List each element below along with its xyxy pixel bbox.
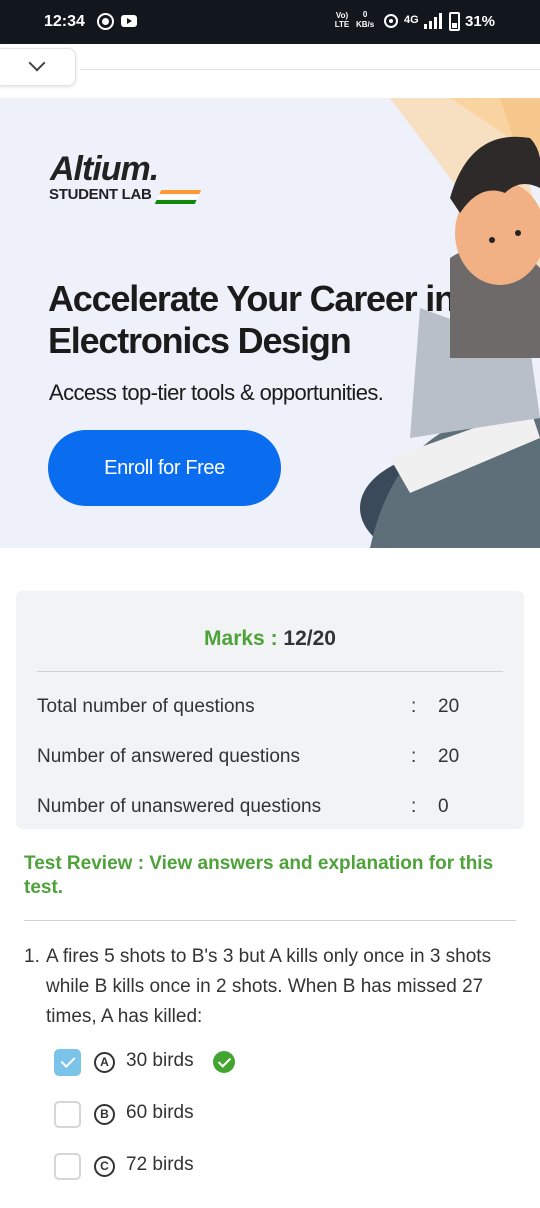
stat-label: Total number of questions	[37, 696, 255, 717]
divider	[24, 920, 516, 921]
option-letter-badge: B	[94, 1104, 115, 1125]
volte-indicator: Vo) LTE	[334, 11, 350, 29]
status-bar: 12:34 Vo) LTE 0 KB/s 4G 31%	[0, 0, 540, 44]
stat-label: Number of unanswered questions	[37, 796, 322, 817]
marks-value: 12/20	[283, 627, 336, 650]
option-text: 60 birds	[126, 1102, 194, 1123]
option-checkbox[interactable]	[54, 1153, 81, 1180]
top-strip	[80, 48, 540, 70]
option-letter-badge: C	[94, 1156, 115, 1177]
stat-value: 0	[438, 796, 449, 817]
option-b[interactable]: B 60 birds	[54, 1100, 454, 1130]
correct-check-icon	[213, 1051, 235, 1073]
marks-label: Marks :	[204, 627, 278, 650]
stat-value: 20	[438, 696, 460, 717]
stat-colon: :	[411, 796, 417, 817]
collapse-button[interactable]	[0, 48, 76, 86]
status-time: 12:34	[44, 13, 85, 30]
results-card: Marks : 12/20 Total number of questions …	[0, 568, 540, 1208]
divider	[37, 671, 503, 672]
test-review-link[interactable]: Test Review : View answers and explanati…	[24, 852, 504, 900]
network-type: 4G	[404, 14, 419, 26]
battery-percent: 31%	[465, 13, 496, 30]
question-text: A fires 5 shots to B's 3 but A kills onl…	[46, 946, 492, 1027]
chevron-down-icon	[28, 54, 46, 72]
signal-icon	[424, 13, 442, 29]
option-c[interactable]: C 72 birds	[54, 1152, 454, 1182]
network-speed-unit: KB/s	[356, 20, 375, 29]
enroll-button[interactable]: Enroll for Free	[48, 430, 281, 506]
option-a[interactable]: A 30 birds	[54, 1048, 454, 1078]
network-speed: 0 KB/s	[356, 10, 374, 30]
stat-row-total: Total number of questions : 20	[37, 696, 503, 726]
option-text: 72 birds	[126, 1154, 194, 1175]
youtube-icon	[121, 15, 137, 27]
option-checkbox-checked[interactable]	[54, 1049, 81, 1076]
battery-icon	[449, 12, 460, 31]
network-speed-value: 0	[362, 10, 368, 19]
stat-colon: :	[411, 746, 417, 767]
option-text: 30 birds	[126, 1050, 194, 1071]
ad-logo: Altium.	[50, 150, 159, 188]
option-letter-badge: A	[94, 1052, 115, 1073]
stat-row-unanswered: Number of unanswered questions : 0	[37, 796, 503, 826]
stat-label: Number of answered questions	[37, 746, 300, 767]
flag-icon	[154, 190, 202, 204]
stat-row-answered: Number of answered questions : 20	[37, 746, 503, 776]
hotspot-icon	[384, 14, 398, 28]
whatsapp-icon	[97, 13, 114, 30]
marks-heading: Marks : 12/20	[16, 627, 524, 651]
stat-value: 20	[438, 746, 460, 767]
ad-person-illustration	[360, 98, 540, 548]
ad-logo-subtitle: STUDENT LAB	[49, 186, 152, 203]
option-checkbox[interactable]	[54, 1101, 81, 1128]
stat-colon: :	[411, 696, 417, 717]
marks-summary: Marks : 12/20 Total number of questions …	[16, 591, 524, 829]
ad-banner[interactable]: i ✕ Altium. STUDENT LAB Accelerate Your …	[0, 98, 540, 548]
question-number: 1.	[24, 946, 40, 967]
